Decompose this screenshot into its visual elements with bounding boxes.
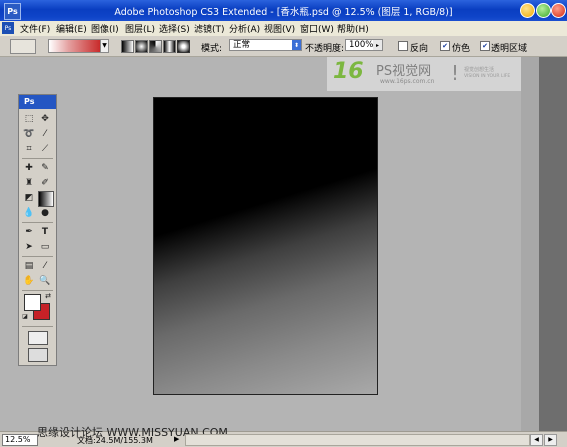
dither-label: 仿色 [452, 44, 471, 54]
quick-mask-icon[interactable] [28, 331, 48, 345]
exclamation-icon: ! [451, 61, 460, 85]
title-bar: Ps Adobe Photoshop CS3 Extended - [香水瓶.p… [0, 0, 567, 21]
menu-edit[interactable]: 编辑(E) [56, 22, 87, 35]
panel-dock [539, 57, 567, 431]
zoom-field[interactable]: 12.5% [2, 434, 38, 446]
menu-select[interactable]: 选择(S) [159, 22, 190, 35]
blend-mode-value: 正常 [233, 40, 251, 50]
gradient-tool-icon[interactable] [38, 191, 54, 207]
gradient-editor-swatch[interactable] [48, 39, 106, 53]
angle-gradient-icon[interactable] [149, 40, 162, 53]
clone-stamp-tool-icon[interactable]: ♜ [22, 176, 36, 190]
watermark-number: 16 [333, 59, 364, 84]
toolbox-panel: Ps ⬚ ✥ ➰ ⁄ ⌗ ⟋ ✚ ✎ ♜ ✐ ◩ 💧 ● ✒ T ➤ ▭ ▤ ⁄… [18, 94, 57, 366]
site-watermark: 16 PS视觉网 www.16ps.com.cn ! 视觉创想生活 VISION… [327, 57, 521, 91]
toolbox-header[interactable]: Ps [19, 95, 56, 109]
type-tool-icon[interactable]: T [38, 225, 52, 239]
swap-colors-icon[interactable]: ⇄ [43, 291, 53, 301]
reverse-checkbox[interactable] [398, 41, 408, 51]
transparency-label: 透明区域 [491, 44, 528, 54]
status-menu-arrow-icon[interactable]: ▶ [174, 435, 179, 443]
horizontal-scrollbar[interactable] [185, 434, 530, 446]
dodge-tool-icon[interactable]: ● [38, 206, 52, 220]
status-bar: 12.5% 思缘设计论坛 WWW.MISSYUAN.COM 文档:24.5M/1… [0, 426, 567, 447]
slice-tool-icon[interactable]: ⟋ [38, 142, 52, 156]
radial-gradient-icon[interactable] [135, 40, 148, 53]
opacity-label: 不透明度: [305, 44, 345, 54]
menu-bar: Ps 文件(F) 编辑(E) 图像(I) 图层(L) 选择(S) 滤镜(T) 分… [0, 21, 567, 37]
scroll-left-icon[interactable]: ◀ [530, 434, 543, 446]
window-title: Adobe Photoshop CS3 Extended - [香水瓶.psd … [114, 7, 453, 18]
reflected-gradient-icon[interactable] [163, 40, 176, 53]
reverse-label: 反向 [410, 44, 429, 54]
healing-brush-tool-icon[interactable]: ✚ [22, 161, 36, 175]
dither-checkbox[interactable]: ✔ [440, 41, 450, 51]
crop-tool-icon[interactable]: ⌗ [22, 142, 36, 156]
menu-analysis[interactable]: 分析(A) [229, 22, 260, 35]
foreground-color-swatch[interactable] [24, 294, 41, 311]
history-brush-tool-icon[interactable]: ✐ [38, 176, 52, 190]
lasso-tool-icon[interactable]: ➰ [22, 127, 36, 141]
watermark-brand: PS视觉网 [376, 64, 432, 79]
document-canvas[interactable] [153, 97, 378, 395]
magic-wand-tool-icon[interactable]: ⁄ [38, 127, 52, 141]
pen-tool-icon[interactable]: ✒ [22, 225, 36, 239]
brush-tool-icon[interactable]: ✎ [38, 161, 52, 175]
menu-layer[interactable]: 图层(L) [125, 22, 155, 35]
eyedropper-tool-icon[interactable]: ⁄ [38, 259, 52, 273]
toolbox-divider [22, 256, 53, 257]
scroll-right-icon[interactable]: ▶ [544, 434, 557, 446]
menu-image[interactable]: 图像(I) [91, 22, 119, 35]
opacity-value: 100% [349, 40, 374, 50]
minimize-button[interactable] [520, 3, 535, 18]
mode-label: 模式: [201, 44, 223, 54]
diamond-gradient-icon[interactable] [177, 40, 190, 53]
menu-view[interactable]: 视图(V) [264, 22, 295, 35]
linear-gradient-icon[interactable] [121, 40, 134, 53]
chevron-right-icon: ▸ [373, 40, 382, 50]
menu-filter[interactable]: 滤镜(T) [194, 22, 225, 35]
move-tool-icon[interactable]: ✥ [38, 112, 52, 126]
default-colors-icon[interactable]: ◪ [21, 313, 29, 321]
toolbox-divider [22, 326, 53, 327]
toolbox-divider [22, 158, 53, 159]
opacity-field[interactable]: 100% ▸ [345, 39, 383, 51]
tool-preset-picker[interactable] [10, 39, 36, 54]
watermark-url: www.16ps.com.cn [380, 78, 435, 85]
marquee-tool-icon[interactable]: ⬚ [22, 112, 36, 126]
watermark-slogan-en: VISION IN YOUR LIFE [464, 74, 511, 79]
notes-tool-icon[interactable]: ▤ [22, 259, 36, 273]
menu-file[interactable]: 文件(F) [20, 22, 50, 35]
eraser-tool-icon[interactable]: ◩ [22, 191, 36, 205]
shape-tool-icon[interactable]: ▭ [38, 240, 52, 254]
document-icon[interactable]: Ps [2, 22, 14, 34]
blur-tool-icon[interactable]: 💧 [22, 206, 36, 220]
chevron-down-icon: ⬍ [292, 40, 301, 50]
document-info: 文档:24.5M/155.3M [77, 436, 153, 445]
close-button[interactable] [551, 3, 566, 18]
path-selection-tool-icon[interactable]: ➤ [22, 240, 36, 254]
blend-mode-select[interactable]: 正常 ⬍ [229, 39, 302, 51]
zoom-tool-icon[interactable]: 🔍 [38, 274, 52, 288]
transparency-checkbox[interactable]: ✔ [480, 41, 490, 51]
gradient-picker-arrow-icon[interactable]: ▼ [100, 39, 109, 53]
menu-help[interactable]: 帮助(H) [337, 22, 369, 35]
menu-window[interactable]: 窗口(W) [300, 22, 334, 35]
hand-tool-icon[interactable]: ✋ [22, 274, 36, 288]
vertical-scroll-area[interactable] [521, 57, 539, 431]
toolbox-logo: Ps [24, 97, 35, 106]
options-bar: ▼ 模式: 正常 ⬍ 不透明度: 100% ▸ 反向 ✔ 仿色 ✔ 透明区域 [0, 36, 567, 57]
maximize-button[interactable] [536, 3, 551, 18]
screen-mode-icon[interactable] [28, 348, 48, 362]
watermark-slogan-cn: 视觉创想生活 [464, 67, 495, 73]
toolbox-divider [22, 222, 53, 223]
